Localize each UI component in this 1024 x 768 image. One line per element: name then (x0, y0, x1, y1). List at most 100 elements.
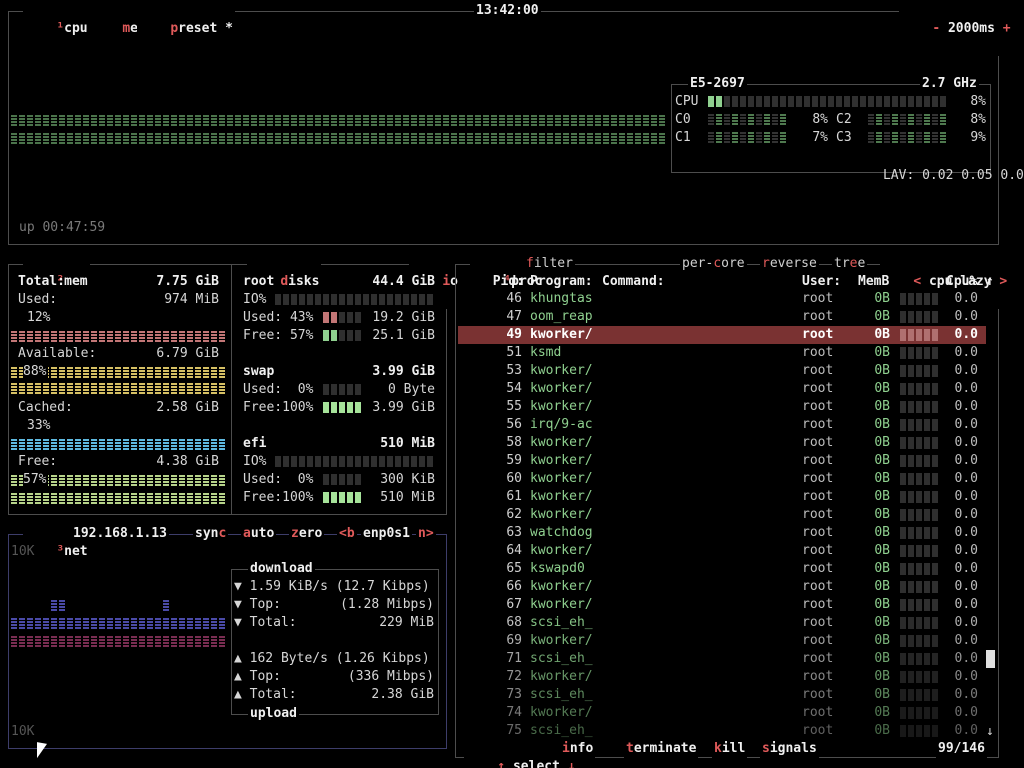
mem-total-value: 7.75 GiB (156, 274, 219, 289)
cpu-graph-cell (643, 114, 649, 126)
download-top: ▼ Top: (1.28 Mibps) (234, 597, 434, 612)
process-row[interactable]: 47 oom_reap root 0B 0.0 (458, 308, 986, 326)
process-scrollbar[interactable] (986, 650, 995, 668)
process-row[interactable]: 72 kworker/root 0B 0.0 (458, 668, 986, 686)
column-header-user[interactable]: User: (802, 273, 841, 291)
process-user: root (802, 345, 834, 360)
preset-button[interactable]: preset * (137, 2, 235, 56)
process-row[interactable]: 61 kworker/root 0B 0.0 (458, 488, 986, 506)
column-header-memb[interactable]: MemB (858, 273, 889, 291)
cpu-graph-cell (651, 114, 657, 126)
cpu-graph-cell (275, 114, 281, 126)
process-row[interactable]: 75 scsi_eh_ root 0B 0.0 (458, 722, 986, 740)
process-row[interactable]: 69 kworker/root 0B 0.0 (458, 632, 986, 650)
footer-info-button[interactable]: infoinfo (560, 740, 596, 758)
process-row[interactable]: 51 ksmd root 0B 0.0 (458, 344, 986, 362)
net-prev-interface[interactable]: <b (337, 525, 357, 543)
disk-io-label: IO% (243, 292, 267, 307)
net-zero-toggle[interactable]: zerozero (289, 525, 325, 543)
sort-prev-button[interactable]: < (913, 274, 921, 289)
process-row[interactable]: 73 scsi_eh_ root 0B 0.0 (458, 686, 986, 704)
cpu-graph-cell (379, 132, 385, 144)
cpu-graph-cell (235, 132, 241, 144)
process-row[interactable]: 54 kworker/root 0B 0.0 (458, 380, 986, 398)
mem-cached-bar (11, 438, 227, 451)
per-core-toggle[interactable]: per-coreper-core (680, 255, 747, 273)
process-row[interactable]: 62 kworker/root 0B 0.0 (458, 506, 986, 524)
process-user: root (802, 453, 834, 468)
process-row[interactable]: 49 kworker/root 0B 0.0 (458, 326, 986, 344)
cpu-graph-cell (99, 114, 105, 126)
mem-cached-value: 2.58 GiB (156, 400, 219, 415)
process-row[interactable]: 55 kworker/root 0B 0.0 (458, 398, 986, 416)
process-row[interactable]: 53 kworker/root 0B 0.0 (458, 362, 986, 380)
process-row[interactable]: 60 kworker/root 0B 0.0 (458, 470, 986, 488)
cpu-graph-cell (67, 132, 73, 144)
net-upload-cell (115, 635, 121, 647)
process-mem: 0B (874, 363, 890, 378)
core-meter (708, 132, 798, 144)
footer-signals-button[interactable]: signalssignals (760, 740, 819, 758)
cpu-graph-cell (411, 114, 417, 126)
column-header-command[interactable]: Command: (602, 273, 665, 291)
process-user: root (802, 507, 834, 522)
net-upload-cell (219, 635, 225, 647)
cpu-graph-cell (483, 114, 489, 126)
process-row[interactable]: 63 watchdog root 0B 0.0 (458, 524, 986, 542)
sort-next-button[interactable]: > (999, 274, 1007, 289)
process-row[interactable]: 71 scsi_eh_ root 0B 0.0 (458, 650, 986, 668)
footer-terminate-button[interactable]: terminateterminate (624, 740, 699, 758)
column-header-cpu[interactable]: Cpu% (946, 273, 977, 291)
net-download-cell (51, 617, 57, 629)
process-row[interactable]: 74 kworker/root 0B 0.0 (458, 704, 986, 722)
process-mem: 0B (874, 651, 890, 666)
net-download-cell (59, 617, 65, 629)
cpu-box: ¹cpu mmenuenu preset * preset 13:42:00 -… (8, 2, 1024, 245)
cpu-graph-cell (283, 114, 289, 126)
interval-decrease-button[interactable]: - (932, 21, 940, 36)
interval-increase-button[interactable]: + (1003, 21, 1011, 36)
column-header-pid[interactable]: Pid: (484, 273, 524, 291)
interval-control[interactable]: - 2000ms + (899, 2, 1013, 56)
core-label: C0 (675, 112, 691, 127)
net-download-cell (171, 617, 177, 629)
cpu-graph-cell (467, 114, 473, 126)
scroll-down-icon[interactable]: ↓ (986, 723, 994, 741)
process-program: kworker/ (530, 453, 593, 468)
cpu-graph-cell (115, 132, 121, 144)
core-meter (868, 132, 958, 144)
process-user: root (802, 597, 834, 612)
reverse-toggle[interactable]: reversereverse (760, 255, 819, 273)
net-sync-toggle[interactable]: syncsync (193, 525, 229, 543)
net-download-cell (11, 617, 17, 629)
process-row[interactable]: 46 khungtas root 0B 0.0 (458, 290, 986, 308)
footer-kill-button[interactable]: killkill (712, 740, 748, 758)
process-row[interactable]: 56 irq/9-ac root 0B 0.0 (458, 416, 986, 434)
process-pid: 71 (506, 651, 522, 666)
process-row[interactable]: 68 scsi_eh_ root 0B 0.0 (458, 614, 986, 632)
cpu-graph-cell (419, 114, 425, 126)
process-row[interactable]: 58 kworker/root 0B 0.0 (458, 434, 986, 452)
process-row[interactable]: 65 kswapd0 root 0B 0.0 (458, 560, 986, 578)
process-program: kworker/ (530, 489, 593, 504)
process-row[interactable]: 64 kworker/root 0B 0.0 (458, 542, 986, 560)
mem-used-label: Used: (18, 292, 58, 307)
cpu-tab[interactable]: ¹cpu (23, 2, 90, 56)
core-pct: 8% (970, 112, 986, 127)
net-auto-toggle[interactable]: autoauto (241, 525, 277, 543)
cpu-graph-cell (59, 132, 65, 144)
process-mem: 0B (874, 597, 890, 612)
cpu-graph-cell (43, 132, 49, 144)
process-cpu: 0.0 (954, 363, 978, 378)
process-cpu: 0.0 (954, 417, 978, 432)
tree-toggle[interactable]: treetree (832, 255, 868, 273)
process-program: kworker/ (530, 435, 593, 450)
process-cpu-meter (900, 725, 940, 743)
process-row[interactable]: 59 kworker/root 0B 0.0 (458, 452, 986, 470)
net-next-interface[interactable]: n> (416, 525, 436, 543)
process-row[interactable]: 67 kworker/root 0B 0.0 (458, 596, 986, 614)
scroll-up-icon[interactable]: ↑ (986, 273, 994, 291)
filter-button[interactable]: filterfilter (524, 255, 575, 273)
process-row[interactable]: 66 kworker/root 0B 0.0 (458, 578, 986, 596)
column-header-program[interactable]: Program: (530, 273, 593, 291)
